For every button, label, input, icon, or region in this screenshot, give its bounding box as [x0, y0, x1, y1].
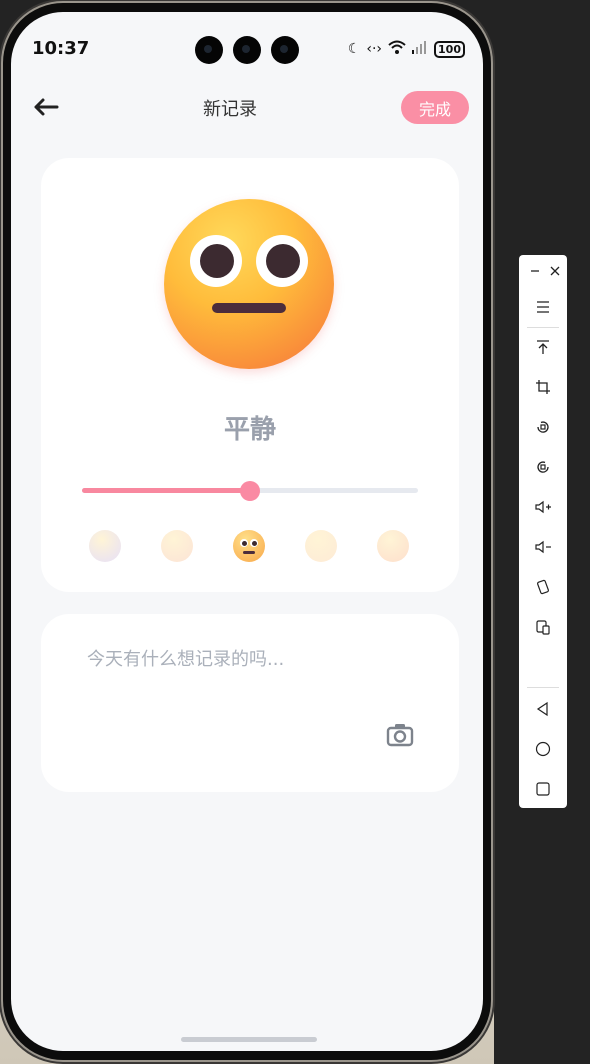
app-screen: 10:37 ☾ ‹·› 100 新记录 完成 平静 今天有什么想记录的吗... [11, 12, 483, 1051]
shake-button[interactable] [529, 573, 557, 601]
camera-icon [386, 724, 414, 747]
mood-slider-thumb[interactable] [240, 481, 260, 501]
smiling-face-icon[interactable] [305, 530, 337, 562]
note-input[interactable] [85, 648, 419, 671]
mood-label: 平静 [41, 409, 459, 446]
mood-slider-fill [82, 488, 250, 493]
camera-lens-icon [233, 36, 261, 64]
volume-down-icon [535, 540, 551, 554]
rotate-right-button[interactable] [529, 453, 557, 481]
volume-up-button[interactable] [529, 493, 557, 521]
menu-icon [537, 301, 549, 313]
nav-home-button[interactable] [529, 735, 557, 763]
mood-options [89, 530, 417, 564]
camera-button[interactable] [385, 720, 415, 750]
note-card [41, 614, 459, 792]
minimize-icon [531, 270, 539, 272]
mood-card: 平静 [41, 158, 459, 592]
volume-down-button[interactable] [529, 533, 557, 561]
neutral-face-icon [164, 199, 334, 369]
status-bar: 10:37 ☾ ‹·› 100 [11, 12, 483, 72]
wifi-icon [388, 40, 406, 58]
circle-home-icon [535, 741, 551, 757]
square-recents-icon [536, 782, 550, 796]
moon-icon: ☾ [347, 41, 361, 57]
shake-icon [537, 579, 549, 595]
data-transfer-icon: ‹·› [366, 41, 383, 57]
rotate-left-icon [537, 421, 549, 433]
emulator-toolbar [519, 255, 567, 808]
phone-frame: 10:37 ☾ ‹·› 100 新记录 完成 平静 今天有什么想记录的吗... [3, 3, 491, 1060]
face-eye [190, 235, 242, 287]
devices-icon [536, 620, 550, 635]
volume-up-icon [535, 500, 551, 514]
crying-face-icon[interactable] [89, 530, 121, 562]
camera-lens-icon [271, 36, 299, 64]
heart-eyes-face-icon[interactable] [377, 530, 409, 562]
rotate-left-button[interactable] [529, 413, 557, 441]
nav-recents-button[interactable] [529, 775, 557, 803]
nav-back-button[interactable] [529, 695, 557, 723]
close-icon [550, 266, 560, 276]
face-eye [256, 235, 308, 287]
camera-lens-icon [195, 36, 223, 64]
toolbar-divider [527, 327, 559, 328]
pin-top-button[interactable] [529, 333, 557, 361]
toolbar-divider [527, 687, 559, 688]
tired-face-icon[interactable] [161, 530, 193, 562]
status-time: 10:37 [32, 38, 90, 59]
multi-device-button[interactable] [529, 613, 557, 641]
pin-top-icon [537, 340, 549, 354]
battery-icon: 100 [434, 40, 465, 58]
neutral-face-icon[interactable] [233, 530, 265, 562]
mood-slider[interactable] [82, 481, 418, 501]
page-title-text: 新记录 [203, 99, 257, 120]
triangle-back-icon [536, 701, 548, 717]
home-indicator[interactable] [181, 1037, 317, 1042]
mood-label-text: 平静 [223, 415, 276, 445]
menu-button[interactable] [529, 293, 557, 321]
done-button[interactable]: 完成 [401, 91, 469, 124]
crop-icon [536, 380, 550, 394]
rotate-right-icon [537, 461, 549, 473]
signal-icon [412, 40, 428, 58]
status-icons: ☾ ‹·› 100 [348, 40, 465, 58]
screenshot-button[interactable] [529, 373, 557, 401]
face-mouth [212, 303, 286, 313]
close-button[interactable] [541, 257, 569, 285]
